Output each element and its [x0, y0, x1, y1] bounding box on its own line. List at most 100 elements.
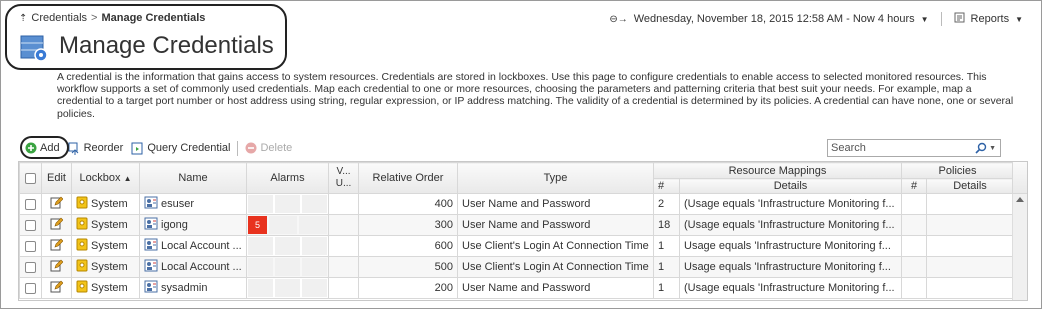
column-header-lockbox[interactable]: Lockbox ▲: [71, 162, 140, 194]
row-checkbox[interactable]: [25, 219, 36, 231]
credential-name[interactable]: Local Account ...: [161, 240, 242, 252]
row-checkbox[interactable]: [25, 261, 36, 273]
vertical-scrollbar[interactable]: [1012, 194, 1027, 300]
edit-cell: [41, 235, 72, 257]
relative-order-cell: 400: [358, 193, 458, 215]
reorder-button[interactable]: Reorder: [64, 142, 128, 155]
add-highlight-ring: [20, 136, 69, 159]
toolbar-divider: [237, 140, 239, 156]
credential-name[interactable]: Local Account ...: [161, 261, 242, 273]
vu-cell: [328, 256, 359, 278]
row-select-cell: [19, 235, 42, 257]
credential-icon: [144, 238, 158, 254]
rm-count-cell: 1: [653, 277, 680, 299]
delete-button[interactable]: Delete: [241, 142, 296, 154]
rm-details-cell: (Usage equals 'Infrastructure Monitoring…: [679, 193, 902, 215]
lockbox-icon: [76, 280, 88, 296]
name-cell: esuser: [139, 193, 247, 215]
alarms-cell: [246, 256, 329, 278]
delete-label: Delete: [260, 142, 293, 154]
column-header-vu[interactable]: V... U...: [328, 162, 359, 194]
policy-details-cell: [926, 235, 1014, 257]
alarm-slot: [269, 216, 297, 234]
alarms-cell: [246, 193, 329, 215]
credential-name[interactable]: igong: [161, 219, 188, 231]
edit-icon[interactable]: [50, 280, 64, 296]
vu-cell: [328, 193, 359, 215]
page-description: A credential is the information that gai…: [57, 71, 1014, 120]
reports-menu[interactable]: Reports: [971, 13, 1010, 25]
row-checkbox[interactable]: [25, 240, 36, 252]
relative-order-cell: 600: [358, 235, 458, 257]
vu-cell: [328, 235, 359, 257]
table-row[interactable]: System igong 5 300 User Name and Password 18(…: [19, 214, 1014, 236]
table-row[interactable]: System esuser 400 User Name and Password 2 (U…: [19, 193, 1014, 215]
table-row[interactable]: System Local Account ... 600 Use Client's L…: [19, 235, 1014, 257]
chevron-down-icon[interactable]: ▼: [1015, 15, 1023, 24]
query-credential-label: Query Credential: [147, 142, 231, 154]
chevron-down-icon[interactable]: ▼: [921, 15, 929, 24]
alarm-slot: [248, 237, 273, 255]
column-header-policy-count[interactable]: #: [901, 178, 927, 194]
lockbox-cell: System: [71, 277, 140, 299]
time-range-icon[interactable]: ⊖→: [609, 14, 627, 25]
page-title: Manage Credentials: [59, 32, 274, 59]
edit-cell: [41, 214, 72, 236]
credentials-page-icon: [19, 34, 49, 64]
edit-icon[interactable]: [50, 217, 64, 233]
lockbox-icon: [76, 196, 88, 212]
divider: [940, 12, 942, 26]
credential-name[interactable]: esuser: [161, 198, 194, 210]
query-icon: [131, 142, 143, 154]
rm-count-cell: 1: [653, 235, 680, 257]
lockbox-value: System: [91, 240, 128, 252]
edit-icon[interactable]: [50, 259, 64, 275]
column-header-edit[interactable]: Edit: [41, 162, 72, 194]
chevron-down-icon[interactable]: ▼: [989, 145, 996, 152]
scroll-up-icon[interactable]: [1016, 197, 1024, 202]
credential-name[interactable]: sysadmin: [161, 282, 207, 294]
manage-credentials-page: ⇡ Credentials > Manage Credentials ⊖→ We…: [0, 0, 1042, 309]
rm-details-cell: Usage equals 'Infrastructure Monitoring …: [679, 256, 902, 278]
alarm-slot: [302, 279, 327, 297]
column-header-name[interactable]: Name: [139, 162, 247, 194]
column-header-alarms[interactable]: Alarms: [246, 162, 329, 194]
select-all-checkbox[interactable]: [25, 172, 36, 184]
query-credential-button[interactable]: Query Credential: [127, 142, 234, 155]
row-checkbox[interactable]: [25, 198, 36, 210]
lockbox-icon: [76, 259, 88, 275]
table-row[interactable]: System Local Account ... 500 Use Client's L…: [19, 256, 1014, 278]
search-placeholder: Search: [831, 142, 866, 154]
column-header-policy-details[interactable]: Details: [926, 178, 1014, 194]
edit-icon[interactable]: [50, 196, 64, 212]
column-header-type[interactable]: Type: [457, 162, 654, 194]
column-group-policies: Policies: [901, 162, 1014, 179]
edit-icon[interactable]: [50, 238, 64, 254]
alarm-slot: [302, 237, 327, 255]
time-range-selector[interactable]: Wednesday, November 18, 2015 12:58 AM - …: [634, 13, 915, 25]
type-cell: User Name and Password: [457, 214, 654, 236]
edit-cell: [41, 256, 72, 278]
column-header-rm-details[interactable]: Details: [679, 178, 902, 194]
alarm-critical-badge[interactable]: 5: [248, 216, 267, 234]
type-cell: User Name and Password: [457, 193, 654, 215]
lockbox-cell: System: [71, 256, 140, 278]
name-cell: igong: [139, 214, 247, 236]
vu-cell: [328, 277, 359, 299]
policy-details-cell: [926, 256, 1014, 278]
table-row[interactable]: System sysadmin 200 User Name and Password 1…: [19, 277, 1014, 299]
row-checkbox[interactable]: [25, 282, 36, 294]
vu-cell: [328, 214, 359, 236]
search-icon[interactable]: [975, 142, 987, 154]
search-input[interactable]: Search ▼: [827, 139, 1001, 157]
relative-order-cell: 200: [358, 277, 458, 299]
edit-cell: [41, 193, 72, 215]
reports-icon[interactable]: [954, 12, 965, 26]
alarm-slot: [302, 195, 327, 213]
policy-details-cell: [926, 193, 1014, 215]
column-header-relative-order[interactable]: Relative Order: [358, 162, 458, 194]
reorder-label: Reorder: [83, 142, 124, 154]
column-header-rm-count[interactable]: #: [653, 178, 680, 194]
row-select-cell: [19, 277, 42, 299]
lockbox-cell: System: [71, 214, 140, 236]
